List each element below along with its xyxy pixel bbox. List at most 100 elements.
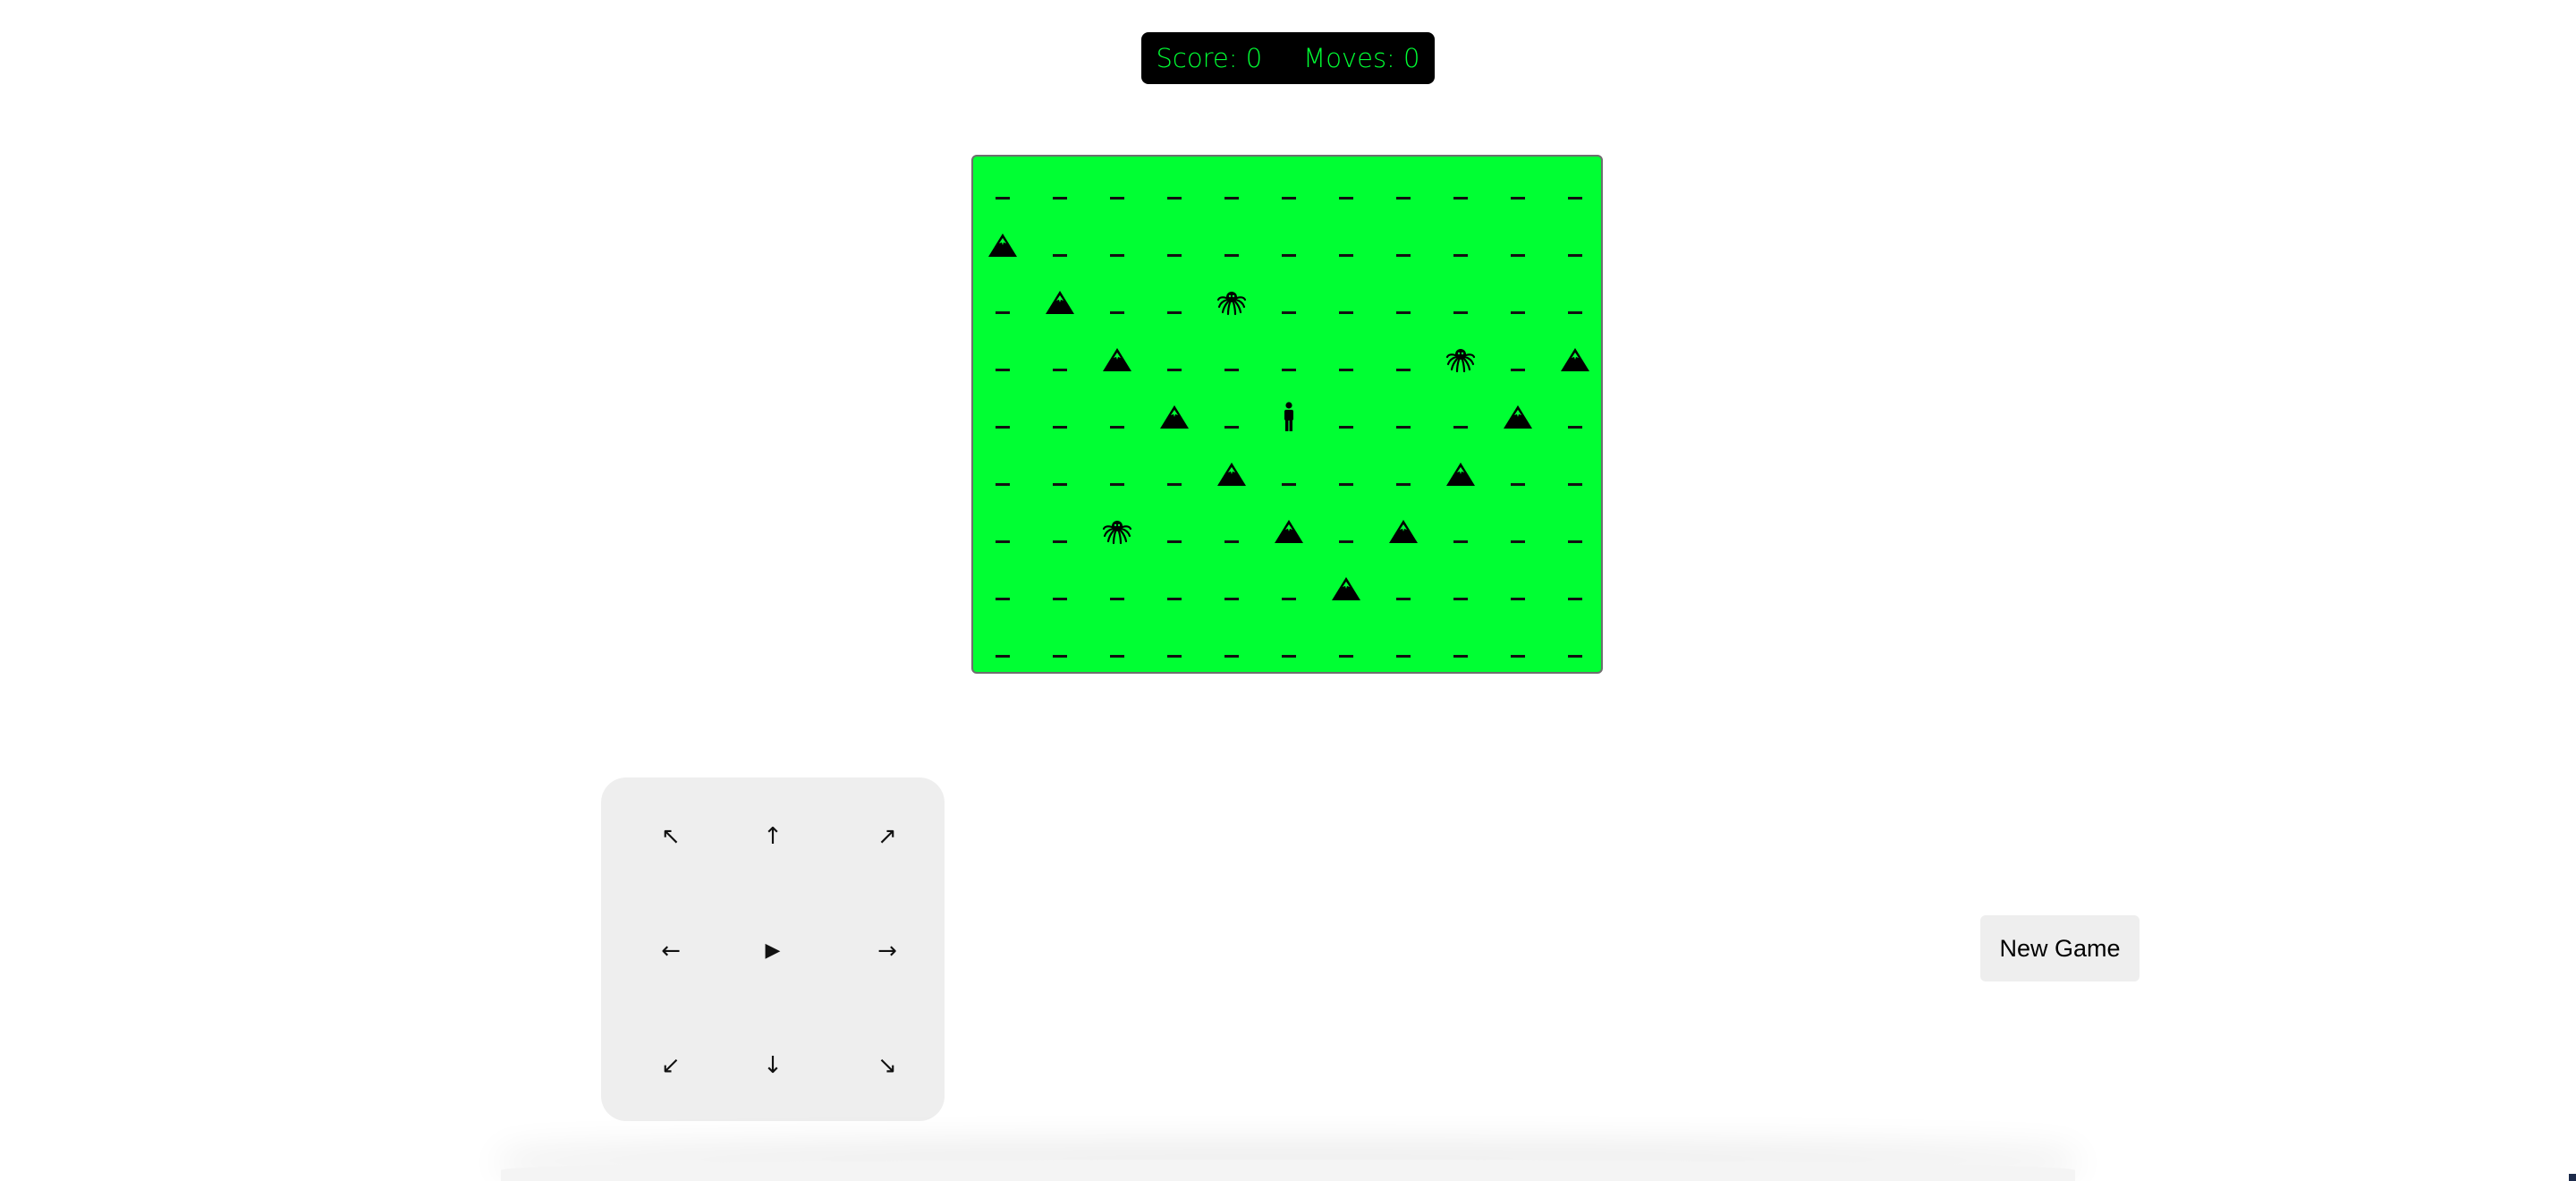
grass-icon bbox=[996, 655, 1010, 658]
grass-icon bbox=[1053, 655, 1067, 658]
grass-icon bbox=[1396, 254, 1411, 257]
grass-cell bbox=[1489, 503, 1546, 560]
grass-icon bbox=[1511, 369, 1525, 371]
grass-icon bbox=[1110, 254, 1124, 257]
grass-cell bbox=[1203, 388, 1260, 446]
arrow-right-icon: → bbox=[877, 938, 897, 964]
grass-icon bbox=[1224, 598, 1239, 600]
grass-icon bbox=[1224, 426, 1239, 429]
grass-icon bbox=[1053, 540, 1067, 543]
arrow-down-left-icon: ↙ bbox=[661, 1052, 681, 1079]
grass-cell bbox=[1318, 217, 1375, 274]
grass-cell bbox=[1546, 388, 1604, 446]
grass-icon bbox=[1339, 655, 1353, 658]
grass-icon bbox=[1167, 197, 1182, 200]
grass-icon bbox=[1167, 483, 1182, 486]
grass-icon bbox=[1167, 598, 1182, 600]
grass-cell bbox=[1318, 617, 1375, 675]
arrow-up-icon: ↑ bbox=[763, 823, 783, 850]
grass-icon bbox=[1396, 483, 1411, 486]
grass-icon bbox=[1511, 540, 1525, 543]
grass-cell bbox=[1203, 560, 1260, 617]
grass-cell bbox=[1375, 388, 1432, 446]
grass-icon bbox=[1224, 655, 1239, 658]
grass-cell bbox=[1146, 159, 1203, 217]
mountain-icon bbox=[1560, 346, 1590, 373]
mountain-cell bbox=[974, 217, 1031, 274]
grass-icon bbox=[1568, 540, 1582, 543]
move-down-left-button[interactable]: ↙ bbox=[626, 1021, 716, 1110]
grass-icon bbox=[996, 369, 1010, 371]
grass-icon bbox=[996, 598, 1010, 600]
move-down-button[interactable]: ↓ bbox=[728, 1021, 818, 1110]
grass-cell bbox=[1432, 388, 1489, 446]
grass-icon bbox=[1224, 254, 1239, 257]
grass-cell bbox=[1546, 159, 1604, 217]
grass-cell bbox=[1203, 217, 1260, 274]
grass-icon bbox=[1396, 598, 1411, 600]
grass-cell bbox=[1031, 617, 1089, 675]
player-cell bbox=[1260, 388, 1318, 446]
grass-cell bbox=[1089, 159, 1146, 217]
move-up-left-button[interactable]: ↖ bbox=[626, 792, 716, 881]
grass-cell bbox=[1260, 446, 1318, 503]
arrow-up-right-icon: ↗ bbox=[877, 823, 897, 850]
grass-cell bbox=[1089, 217, 1146, 274]
grass-cell bbox=[974, 560, 1031, 617]
move-right-button[interactable]: → bbox=[843, 906, 932, 996]
grass-cell bbox=[1546, 274, 1604, 331]
grass-cell bbox=[1318, 159, 1375, 217]
grass-icon bbox=[1396, 311, 1411, 314]
grass-cell bbox=[1489, 617, 1546, 675]
player-icon bbox=[1279, 402, 1299, 432]
mountain-icon bbox=[1331, 575, 1361, 602]
grass-icon bbox=[1453, 426, 1468, 429]
grass-cell bbox=[1489, 331, 1546, 388]
grass-icon bbox=[1568, 311, 1582, 314]
grass-icon bbox=[1396, 369, 1411, 371]
game-board[interactable] bbox=[971, 155, 1603, 674]
grass-cell bbox=[1375, 331, 1432, 388]
grass-cell bbox=[1375, 617, 1432, 675]
grass-icon bbox=[1167, 655, 1182, 658]
mountain-cell bbox=[1318, 560, 1375, 617]
new-game-button[interactable]: New Game bbox=[1980, 915, 2140, 981]
grass-cell bbox=[1432, 159, 1489, 217]
grass-cell bbox=[1146, 446, 1203, 503]
grass-cell bbox=[1260, 217, 1318, 274]
mountain-cell bbox=[1031, 274, 1089, 331]
grass-icon bbox=[1224, 540, 1239, 543]
grass-icon bbox=[1511, 197, 1525, 200]
grass-icon bbox=[1110, 311, 1124, 314]
grass-icon bbox=[1110, 598, 1124, 600]
grass-icon bbox=[1339, 197, 1353, 200]
grass-icon bbox=[1453, 311, 1468, 314]
move-up-button[interactable]: ↑ bbox=[728, 792, 818, 881]
grass-icon bbox=[1053, 197, 1067, 200]
grass-icon bbox=[1167, 254, 1182, 257]
move-up-right-button[interactable]: ↗ bbox=[843, 792, 932, 881]
grass-icon bbox=[996, 483, 1010, 486]
grass-cell bbox=[1432, 503, 1489, 560]
grass-cell bbox=[1260, 617, 1318, 675]
mountain-icon bbox=[1388, 518, 1419, 545]
grass-cell bbox=[1489, 560, 1546, 617]
grass-icon bbox=[1282, 197, 1296, 200]
moves-label: Moves: 0 bbox=[1303, 43, 1420, 73]
move-left-button[interactable]: ← bbox=[626, 906, 716, 996]
wait-button[interactable]: ▶ bbox=[728, 906, 818, 996]
move-down-right-button[interactable]: ↘ bbox=[843, 1021, 932, 1110]
play-icon: ▶ bbox=[765, 939, 781, 962]
grass-cell bbox=[1489, 446, 1546, 503]
grass-cell bbox=[1489, 217, 1546, 274]
monster-cell bbox=[1203, 274, 1260, 331]
grass-cell bbox=[974, 159, 1031, 217]
grass-cell bbox=[1260, 159, 1318, 217]
grass-cell bbox=[974, 331, 1031, 388]
grass-icon bbox=[1224, 369, 1239, 371]
grass-icon bbox=[996, 197, 1010, 200]
grass-cell bbox=[1546, 617, 1604, 675]
grass-cell bbox=[1146, 617, 1203, 675]
grass-cell bbox=[1546, 217, 1604, 274]
grass-icon bbox=[1339, 254, 1353, 257]
